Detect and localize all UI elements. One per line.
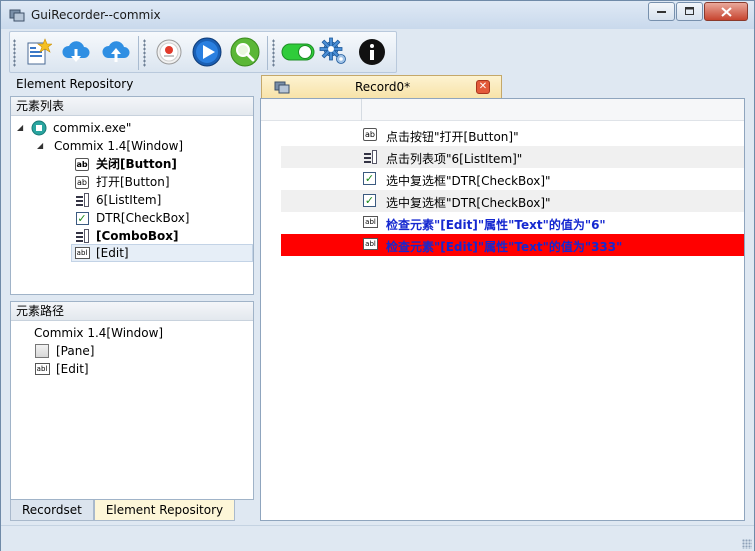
toggle-icon[interactable]	[280, 36, 316, 68]
path-item-edit[interactable]: abl [Edit]	[34, 360, 89, 378]
app-icon	[31, 120, 47, 136]
path-item-window[interactable]: Commix 1.4[Window]	[34, 324, 163, 342]
record-row[interactable]: ab 点击按钮"打开[Button]"	[281, 124, 744, 146]
record-row-text: 检查元素"[Edit]"属性"Text"的值为"6"	[386, 218, 606, 232]
checkbox-icon: ✓	[363, 172, 376, 185]
cloud-upload-icon[interactable]	[100, 36, 132, 68]
tree-item-window[interactable]: ◢ Commix 1.4[Window]	[37, 137, 183, 155]
tree-item-label: commix.exe"	[53, 121, 132, 135]
record-row[interactable]: ✓ 选中复选框"DTR[CheckBox]"	[281, 168, 744, 190]
status-bar	[1, 525, 754, 551]
button-icon: ab	[74, 174, 90, 190]
settings-gear-icon[interactable]	[318, 36, 350, 68]
record-tab-icon	[274, 80, 290, 97]
tree-item-combobox[interactable]: [ComboBox]	[74, 227, 179, 245]
app-window: GuiRecorder--commix Element Repository 元…	[0, 0, 755, 551]
record-row-text: 选中复选框"DTR[CheckBox]"	[386, 196, 551, 210]
record-row-error[interactable]: abl 检查元素"[Edit]"属性"Text"的值为"333"	[281, 234, 744, 256]
element-list-header: 元素列表	[11, 97, 253, 116]
record-row-check[interactable]: abl 检查元素"[Edit]"属性"Text"的值为"6"	[281, 212, 744, 234]
app-logo-icon	[9, 8, 25, 22]
checkbox-icon: ✓	[75, 211, 89, 225]
list-icon	[74, 192, 90, 208]
tab-recordset[interactable]: Recordset	[10, 500, 94, 521]
element-path-panel: 元素路径 Commix 1.4[Window] [Pane] abl [Edit…	[10, 301, 254, 500]
main-toolbar	[9, 31, 397, 73]
tree-item-label: DTR[CheckBox]	[96, 211, 190, 225]
toolbar-separator	[138, 36, 139, 70]
tree-item-open-button[interactable]: ab 打开[Button]	[74, 173, 170, 191]
new-document-icon[interactable]	[22, 36, 54, 68]
record-row-text: 检查元素"[Edit]"属性"Text"的值为"333"	[386, 240, 623, 254]
pane-icon	[34, 343, 50, 359]
window-title: GuiRecorder--commix	[31, 8, 161, 22]
toolbar-grip[interactable]	[272, 39, 275, 67]
tree-item-label: [Edit]	[96, 246, 129, 260]
edit-icon: abl	[363, 216, 378, 228]
path-item-label: [Pane]	[56, 344, 95, 358]
list-icon	[74, 228, 90, 244]
button-icon: ab	[363, 128, 377, 141]
collapse-arrow-icon[interactable]: ◢	[17, 119, 31, 137]
toolbar-grip[interactable]	[143, 39, 146, 67]
close-window-button[interactable]	[704, 2, 748, 21]
toolbar-grip[interactable]	[13, 39, 16, 67]
tree-item-label: [ComboBox]	[96, 229, 179, 243]
tree-item-label: 关闭[Button]	[96, 157, 177, 171]
tree-item-checkbox[interactable]: ✓ DTR[CheckBox]	[74, 209, 190, 227]
edit-icon: abl	[34, 361, 50, 377]
info-icon[interactable]	[356, 36, 388, 68]
element-list-panel: 元素列表 ◢ commix.exe" ◢ Commix 1.4[Window] …	[10, 96, 254, 295]
list-icon	[363, 150, 377, 164]
cloud-download-icon[interactable]	[60, 36, 92, 68]
record-icon[interactable]	[153, 36, 185, 68]
record-row[interactable]: 点击列表项"6[ListItem]"	[281, 146, 744, 168]
edit-icon: abl	[363, 238, 378, 250]
collapse-arrow-icon[interactable]: ◢	[37, 137, 54, 155]
resize-grip-icon[interactable]	[742, 539, 752, 549]
tree-item-label: 打开[Button]	[96, 175, 170, 189]
tab-record0[interactable]: Record0* ✕	[261, 75, 502, 99]
maximize-button[interactable]	[676, 2, 703, 21]
element-path-header: 元素路径	[11, 302, 253, 321]
checkbox-icon: ✓	[363, 194, 376, 207]
record-row-text: 选中复选框"DTR[CheckBox]"	[386, 174, 551, 188]
path-item-pane[interactable]: [Pane]	[34, 342, 94, 360]
tree-item-commix-exe[interactable]: ◢ commix.exe"	[17, 119, 131, 137]
close-tab-icon[interactable]: ✕	[476, 80, 490, 94]
tree-item-close-button[interactable]: ab 关闭[Button]	[74, 155, 177, 173]
tree-item-listitem[interactable]: 6[ListItem]	[74, 191, 161, 209]
button-icon: ab	[75, 157, 89, 171]
record-tab-label: Record0*	[355, 80, 411, 94]
tab-element-repository[interactable]: Element Repository	[93, 500, 236, 521]
tree-item-label: 6[ListItem]	[96, 193, 162, 207]
title-bar: GuiRecorder--commix	[1, 1, 754, 29]
path-item-label: [Edit]	[56, 362, 89, 376]
tree-item-edit-selected[interactable]: abl [Edit]	[71, 244, 253, 262]
record-panel: ab 点击按钮"打开[Button]" 点击列表项"6[ListItem]" ✓…	[260, 98, 745, 521]
play-icon[interactable]	[191, 36, 223, 68]
record-row-text: 点击列表项"6[ListItem]"	[386, 152, 523, 166]
bottom-tab-strip: Recordset Element Repository	[10, 500, 236, 521]
record-row[interactable]: ✓ 选中复选框"DTR[CheckBox]"	[281, 190, 744, 212]
repository-title: Element Repository	[10, 74, 254, 94]
edit-icon: abl	[74, 245, 90, 261]
record-row-text: 点击按钮"打开[Button]"	[386, 130, 519, 144]
toolbar-separator	[267, 36, 268, 70]
path-item-label: Commix 1.4[Window]	[34, 326, 164, 340]
search-icon[interactable]	[229, 36, 261, 68]
record-list-header	[261, 99, 744, 121]
minimize-button[interactable]	[648, 2, 675, 21]
tree-item-label: Commix 1.4[Window]	[54, 139, 184, 153]
